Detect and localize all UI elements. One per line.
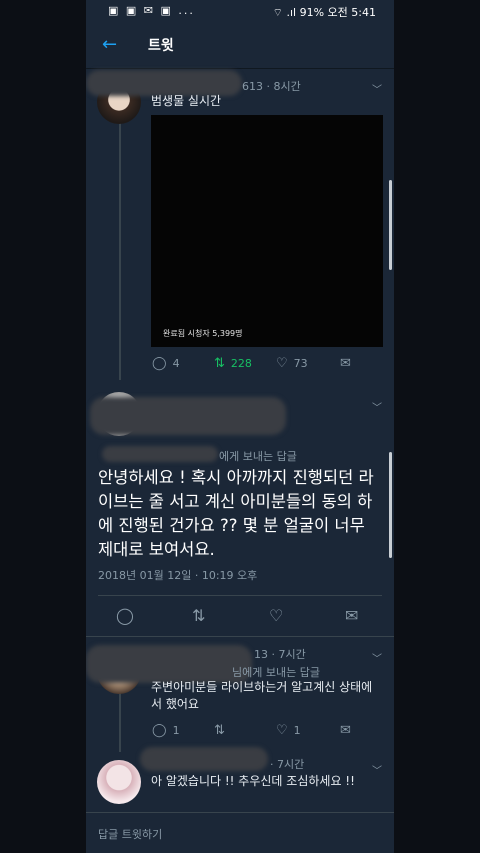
divider bbox=[86, 636, 394, 637]
tweet-meta: · 7시간 bbox=[270, 758, 305, 771]
thread-line bbox=[119, 122, 121, 380]
status-left-icons: ▣ ▣ ✉ ▣ ... bbox=[108, 4, 195, 17]
reply-button[interactable]: ◯ 1 bbox=[152, 723, 180, 738]
like-button[interactable]: ♡ 73 bbox=[276, 356, 308, 371]
scrollbar[interactable] bbox=[389, 452, 392, 558]
tweet-text: 범생물 실시간 bbox=[151, 94, 222, 108]
thread-line bbox=[119, 690, 121, 752]
back-arrow-icon[interactable]: ← bbox=[102, 34, 117, 55]
page-title: 트윗 bbox=[148, 38, 174, 54]
chevron-down-icon[interactable]: ﹀ bbox=[372, 650, 382, 665]
tweet-timestamp: 2018년 01월 12일 · 10:19 오후 bbox=[98, 569, 258, 582]
redacted-username bbox=[140, 747, 268, 771]
scrollbar[interactable] bbox=[389, 180, 392, 270]
reply-to-label: 님에게 보내는 답글 bbox=[232, 666, 320, 679]
mail-icon: ✉ bbox=[340, 356, 351, 371]
heart-icon: ♡ bbox=[276, 723, 288, 738]
tweet-text: 주변아미분들 라이브하는거 알고계신 상태에서 했어요 bbox=[151, 680, 373, 711]
redacted-mention bbox=[102, 446, 218, 462]
reply-count: 4 bbox=[172, 357, 180, 370]
redacted-username bbox=[86, 645, 252, 683]
live-video-thumbnail[interactable]: 완료됨 시청자 5,399명 bbox=[151, 115, 383, 347]
like-count: 1 bbox=[293, 724, 301, 737]
status-right-info: ⌔ .ıl 91% 오전 5:41 bbox=[272, 6, 376, 19]
retweet-button[interactable]: ⇅ 228 bbox=[214, 356, 252, 371]
retweet-icon[interactable]: ⇅ bbox=[192, 606, 205, 625]
tweet-meta: 613 · 8시간 bbox=[242, 80, 301, 93]
status-bar: ▣ ▣ ✉ ▣ ... ⌔ .ıl 91% 오전 5:41 bbox=[86, 0, 394, 22]
retweet-button[interactable]: ⇅ bbox=[214, 723, 231, 738]
message-button[interactable]: ✉ bbox=[340, 723, 357, 738]
chevron-down-icon[interactable]: ﹀ bbox=[372, 81, 382, 96]
reply-composer[interactable]: 답글 트윗하기 bbox=[86, 812, 394, 853]
retweet-icon: ⇅ bbox=[214, 356, 225, 371]
redacted-username bbox=[90, 397, 286, 435]
reply-button[interactable]: ◯ 4 bbox=[152, 356, 180, 371]
reply-icon: ◯ bbox=[152, 723, 167, 738]
heart-icon[interactable]: ♡ bbox=[269, 606, 283, 625]
tweet-text: 안녕하세요 ! 혹시 아까까지 진행되던 라이브는 줄 서고 계신 아미분들의 … bbox=[98, 468, 374, 559]
tweet-text: 아 알겠습니다 !! 추우신데 조심하세요 !! bbox=[151, 774, 355, 788]
heart-icon: ♡ bbox=[276, 356, 288, 371]
reply-input-placeholder[interactable]: 답글 트윗하기 bbox=[98, 826, 162, 842]
like-count: 73 bbox=[293, 357, 308, 370]
retweet-icon: ⇅ bbox=[214, 723, 225, 738]
mail-icon: ✉ bbox=[340, 723, 351, 738]
tweet-meta: 13 · 7시간 bbox=[254, 648, 306, 661]
avatar[interactable] bbox=[97, 760, 141, 804]
divider bbox=[98, 595, 382, 596]
reply-icon[interactable]: ◯ bbox=[116, 606, 134, 625]
reply-icon: ◯ bbox=[152, 356, 167, 371]
mail-icon[interactable]: ✉ bbox=[345, 606, 358, 625]
retweet-count: 228 bbox=[230, 357, 252, 370]
message-button[interactable]: ✉ bbox=[340, 356, 357, 371]
app-header: ← 트윗 bbox=[86, 22, 394, 69]
reply-count: 1 bbox=[172, 724, 180, 737]
video-caption: 완료됨 시청자 5,399명 bbox=[163, 329, 243, 338]
like-button[interactable]: ♡ 1 bbox=[276, 723, 301, 738]
reply-to-label: 에게 보내는 답글 bbox=[219, 450, 297, 463]
chevron-down-icon[interactable]: ﹀ bbox=[372, 399, 382, 414]
twitter-app: ▣ ▣ ✉ ▣ ... ⌔ .ıl 91% 오전 5:41 ← 트윗 613 ·… bbox=[86, 0, 394, 853]
